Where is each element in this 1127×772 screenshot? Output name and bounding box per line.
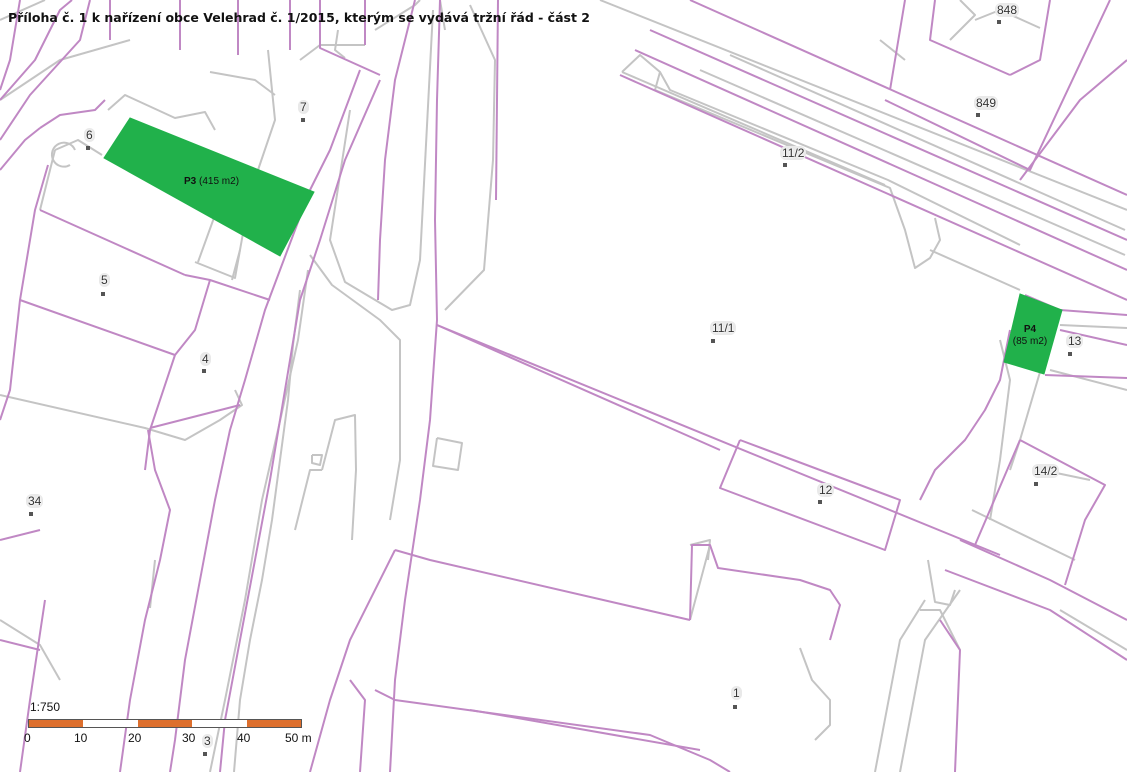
- parcel-label-3: 3: [202, 734, 213, 748]
- parcel-label-848: 848: [995, 3, 1020, 17]
- parcel-marker-1: [733, 705, 737, 709]
- scale-tick-label: 50 m: [285, 731, 312, 745]
- parcel-marker-13: [1068, 352, 1072, 356]
- parcel-label-6: 6: [84, 128, 95, 142]
- zone-p4-label: P4 (85 m2): [1008, 324, 1052, 348]
- scale-tick-label: 20: [128, 731, 142, 745]
- scale-segment: [29, 720, 84, 727]
- parcel-marker-5: [101, 292, 105, 296]
- scale-ratio: 1:750: [30, 700, 61, 714]
- parcel-label-11-1: 11/1: [710, 321, 737, 335]
- parcel-marker-4: [202, 369, 206, 373]
- parcel-marker-11-2: [783, 163, 787, 167]
- parcel-marker-11-1: [711, 339, 715, 343]
- parcel-marker-848: [997, 20, 1001, 24]
- parcel-label-7: 7: [298, 100, 309, 114]
- scale-tick-label: 10: [74, 731, 88, 745]
- parcel-label-13: 13: [1066, 334, 1084, 348]
- scale-segment: [137, 720, 193, 727]
- scale-segment: [83, 720, 138, 727]
- parcel-marker-3: [203, 752, 207, 756]
- scale-tick-label: 40: [237, 731, 251, 745]
- parcel-label-1: 1: [731, 686, 742, 700]
- map-title: Příloha č. 1 k nařízení obce Velehrad č.…: [8, 10, 590, 25]
- map-canvas[interactable]: Příloha č. 1 k nařízení obce Velehrad č.…: [0, 0, 1127, 772]
- parcel-label-34: 34: [26, 494, 44, 508]
- parcel-marker-34: [29, 512, 33, 516]
- parcel-marker-7: [301, 118, 305, 122]
- zone-p3-id: P3: [184, 176, 197, 187]
- parcel-label-849: 849: [974, 96, 999, 110]
- parcel-label-5: 5: [99, 273, 110, 287]
- zone-p4-area-text: (85 m2): [1012, 336, 1048, 347]
- cadastral-map: [0, 0, 1127, 772]
- zone-p3-area-text: (415 m2): [199, 176, 240, 187]
- parcel-label-14-2: 14/2: [1032, 464, 1060, 478]
- zone-p3-label: P3 (415 m2): [184, 176, 239, 188]
- scale-bar: [28, 719, 302, 728]
- scale-segment: [246, 720, 302, 727]
- parcel-marker-14-2: [1034, 482, 1038, 486]
- scale-tick-label: 0: [24, 731, 31, 745]
- zone-p4-id: P4: [1023, 324, 1037, 335]
- parcel-marker-6: [86, 146, 90, 150]
- building-outlines: [0, 0, 1127, 772]
- parcel-label-4: 4: [200, 352, 211, 366]
- parcel-label-12: 12: [817, 483, 835, 497]
- scale-segment: [192, 720, 247, 727]
- parcel-marker-849: [976, 113, 980, 117]
- parcel-label-11-2: 11/2: [780, 146, 807, 160]
- scale-tick-label: 30: [182, 731, 196, 745]
- parcel-marker-12: [818, 500, 822, 504]
